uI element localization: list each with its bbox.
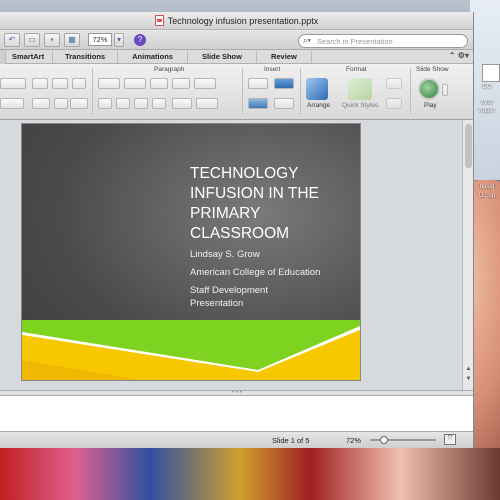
slide-decorative-waves — [22, 320, 360, 380]
slide-indicator: Slide 1 of 5 — [272, 436, 310, 445]
align-right-icon[interactable] — [134, 98, 148, 109]
pptx-file-icon — [154, 15, 164, 26]
align-center-icon[interactable] — [116, 98, 130, 109]
arrange-label: Arrange — [307, 102, 331, 109]
help-icon[interactable]: ? — [134, 33, 146, 46]
slide-title[interactable]: TECHNOLOGY INFUSION IN THE PRIMARY CLASS… — [190, 164, 350, 244]
quick-styles-icon[interactable] — [348, 78, 372, 100]
ribbon-tab-bar: SmartArt Transitions Animations Slide Sh… — [0, 49, 473, 64]
increase-indent-icon[interactable] — [172, 78, 190, 89]
play-icon[interactable] — [418, 78, 440, 100]
desktop-file-label: D...op — [478, 193, 495, 199]
zoom-field[interactable]: 72% — [88, 33, 112, 46]
shape-fill-icon[interactable] — [386, 78, 402, 89]
change-case-icon[interactable] — [32, 98, 50, 109]
group-separator — [242, 68, 243, 114]
desktop-file-label: Applic — [478, 108, 496, 114]
powerpoint-window: Technology infusion presentation.pptx ↶ … — [0, 12, 474, 448]
play-dropdown-icon[interactable] — [442, 84, 448, 96]
save-icon[interactable]: ▪ — [44, 32, 60, 47]
window-title: Technology infusion presentation.pptx — [167, 15, 319, 26]
slide-subtitle-line1[interactable]: Staff Development — [190, 285, 268, 296]
open-folder-icon[interactable]: ▭ — [24, 32, 40, 47]
desktop-wallpaper-sky — [470, 0, 500, 180]
align-left-icon[interactable] — [98, 98, 112, 109]
font-color-icon[interactable] — [70, 98, 88, 109]
group-separator — [410, 68, 411, 114]
clear-format-icon[interactable] — [72, 78, 86, 89]
picture-icon[interactable] — [248, 98, 268, 109]
shrink-font-icon[interactable] — [52, 78, 68, 89]
vertical-scrollbar[interactable]: ▲ ▼ — [462, 120, 473, 390]
slide-canvas[interactable]: TECHNOLOGY INFUSION IN THE PRIMARY CLASS… — [22, 124, 360, 380]
quick-styles-label: Quick Styles — [342, 102, 379, 109]
tab-review[interactable]: Review — [257, 49, 312, 64]
fit-to-window-icon[interactable]: ⤧ — [444, 434, 456, 445]
ribbon-panel: Paragraph Insert Format Arrange Quick St… — [0, 64, 473, 120]
tab-smartart[interactable]: SmartArt — [6, 49, 54, 64]
columns-icon[interactable] — [196, 98, 218, 109]
slide-editor: TECHNOLOGY INFUSION IN THE PRIMARY CLASS… — [0, 120, 473, 390]
bullets-icon[interactable] — [98, 78, 120, 89]
tab-animations[interactable]: Animations — [118, 49, 188, 64]
arrange-icon[interactable] — [306, 78, 328, 100]
search-placeholder: Search in Presentation — [316, 36, 393, 46]
status-bar: Slide 1 of 5 72% ⤧ — [0, 432, 473, 448]
title-bar: Technology infusion presentation.pptx — [0, 12, 473, 30]
desktop-file-label: nolog — [479, 184, 495, 190]
slide-author[interactable]: Lindsay S. Grow — [190, 249, 260, 260]
group-separator — [300, 68, 301, 114]
desktop-file-label: DO — [482, 84, 492, 90]
tab-transitions[interactable]: Transitions — [53, 49, 119, 64]
group-title-format: Format — [346, 66, 367, 73]
status-zoom-value: 72% — [346, 436, 362, 445]
desktop-file-label: Mod — [481, 100, 493, 106]
gallery-icon[interactable]: ▦ — [64, 32, 80, 47]
smartart-insert-icon[interactable] — [274, 98, 294, 109]
text-direction-icon[interactable] — [172, 98, 192, 109]
desktop-file-icon[interactable] — [482, 64, 500, 82]
group-title-paragraph: Paragraph — [154, 66, 185, 73]
scrollbar-thumb[interactable] — [465, 124, 472, 168]
highlight-icon[interactable] — [54, 98, 68, 109]
justify-icon[interactable] — [152, 98, 166, 109]
zoom-dropdown-icon[interactable]: ▾ — [114, 32, 124, 47]
text-effects-icon[interactable] — [0, 98, 24, 109]
shape-line-icon[interactable] — [386, 98, 402, 109]
zoom-slider-knob[interactable] — [380, 436, 388, 444]
ribbon-options-icon[interactable]: ⌃ ⚙▾ — [449, 51, 469, 60]
font-size-field[interactable] — [0, 78, 26, 89]
slide-subtitle-line2[interactable]: Presentation — [190, 298, 243, 309]
play-label: Play — [424, 102, 437, 109]
group-separator — [92, 68, 93, 114]
grow-font-icon[interactable] — [32, 78, 48, 89]
zoom-slider[interactable] — [370, 436, 436, 444]
scroll-down-icon[interactable]: ▼ — [464, 376, 473, 382]
numbering-icon[interactable] — [124, 78, 146, 89]
search-icon: ⌕▾ — [303, 36, 311, 45]
undo-icon[interactable]: ↶ — [4, 32, 20, 47]
slide-organization[interactable]: American College of Education — [190, 267, 320, 278]
decrease-indent-icon[interactable] — [150, 78, 168, 89]
text-box-icon[interactable] — [248, 78, 268, 89]
desktop-wallpaper-bottom — [0, 448, 500, 500]
notes-pane[interactable] — [0, 396, 473, 432]
shape-icon[interactable] — [274, 78, 294, 89]
group-title-slide-show: Slide Show — [416, 66, 449, 73]
tab-slide-show[interactable]: Slide Show — [188, 49, 257, 64]
line-spacing-icon[interactable] — [194, 78, 216, 89]
search-input[interactable]: ⌕▾ Search in Presentation — [298, 34, 468, 48]
group-title-insert: Insert — [264, 66, 281, 73]
scroll-up-icon[interactable]: ▲ — [464, 366, 473, 372]
